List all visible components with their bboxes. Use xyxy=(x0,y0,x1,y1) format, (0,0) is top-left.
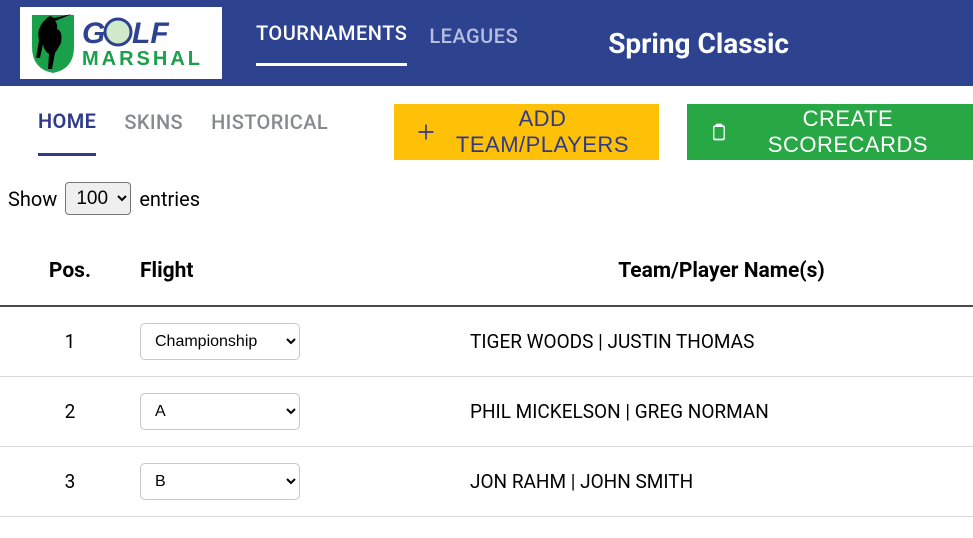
table-row: 1 Championship TIGER WOODS | JUSTIN THOM… xyxy=(0,306,973,377)
sub-navbar: HOME SKINS HISTORICAL ADD TEAM/PLAYERS C… xyxy=(0,86,973,160)
cell-names: PHIL MICKELSON | GREG NORMAN xyxy=(470,377,973,447)
logo[interactable]: G LF MARSHAL xyxy=(20,7,222,79)
cell-pos: 3 xyxy=(0,447,140,517)
logo-subtext: MARSHAL xyxy=(82,48,203,70)
flight-select[interactable]: A xyxy=(140,393,300,430)
cell-names: JON RAHM | JOHN SMITH xyxy=(470,447,973,517)
cell-pos: 2 xyxy=(0,377,140,447)
entries-suffix-label: entries xyxy=(139,187,200,211)
col-header-pos: Pos. xyxy=(0,259,140,306)
cell-pos: 1 xyxy=(0,306,140,377)
col-header-names: Team/Player Name(s) xyxy=(470,259,973,306)
table-row: 2 A PHIL MICKELSON | GREG NORMAN xyxy=(0,377,973,447)
create-scorecards-label: CREATE SCORECARDS xyxy=(741,106,955,158)
tournament-title: Spring Classic xyxy=(608,27,789,60)
tab-skins[interactable]: SKINS xyxy=(124,110,183,154)
entries-control: Show 100 entries xyxy=(0,160,973,215)
entries-show-label: Show xyxy=(8,187,57,211)
col-header-flight: Flight xyxy=(140,259,470,306)
svg-text:G: G xyxy=(82,17,105,50)
nav-leagues[interactable]: LEAGUES xyxy=(429,24,518,66)
entries-select[interactable]: 100 xyxy=(65,182,131,215)
add-team-players-button[interactable]: ADD TEAM/PLAYERS xyxy=(394,104,659,160)
svg-text:LF: LF xyxy=(132,17,169,50)
nav-tournaments[interactable]: TOURNAMENTS xyxy=(256,21,407,66)
top-navbar: G LF MARSHAL TOURNAMENTS LEAGUES Spring … xyxy=(0,0,973,86)
golf-marshal-logo-icon: G LF MARSHAL xyxy=(26,11,216,75)
primary-nav: TOURNAMENTS LEAGUES xyxy=(256,21,518,66)
cell-names: TIGER WOODS | JUSTIN THOMAS xyxy=(470,306,973,377)
table-row: 3 B JON RAHM | JOHN SMITH xyxy=(0,447,973,517)
tab-home[interactable]: HOME xyxy=(38,109,96,156)
clipboard-icon xyxy=(709,120,729,144)
tab-historical[interactable]: HISTORICAL xyxy=(211,110,328,154)
add-team-players-label: ADD TEAM/PLAYERS xyxy=(448,106,637,158)
flight-select[interactable]: B xyxy=(140,463,300,500)
leaderboard-table: Pos. Flight Team/Player Name(s) 1 Champi… xyxy=(0,259,973,517)
flight-select[interactable]: Championship xyxy=(140,323,300,360)
create-scorecards-button[interactable]: CREATE SCORECARDS xyxy=(687,104,973,160)
plus-icon xyxy=(416,120,436,144)
